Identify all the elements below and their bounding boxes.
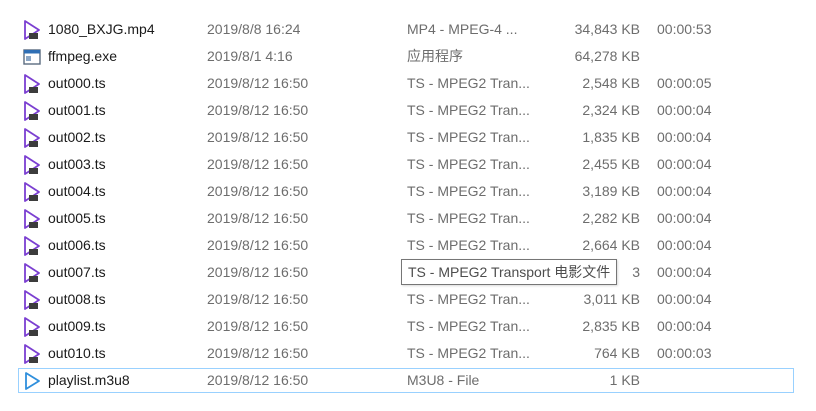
file-type: TS - MPEG2 Tran...: [407, 345, 530, 361]
file-duration: 00:00:05: [657, 75, 712, 91]
file-row[interactable]: out006.ts 2019/8/12 16:50 TS - MPEG2 Tran.…: [0, 232, 816, 259]
file-name: playlist.m3u8: [48, 372, 130, 388]
file-size: 2,835 KB: [582, 318, 640, 334]
file-size: 2,282 KB: [582, 210, 640, 226]
file-type: TS - MPEG2 Tran...: [407, 291, 530, 307]
video-file-icon: [22, 259, 42, 286]
file-name: out005.ts: [48, 210, 106, 226]
file-name: out010.ts: [48, 345, 106, 361]
file-date-modified: 2019/8/12 16:50: [207, 129, 309, 145]
file-duration: 00:00:04: [657, 183, 712, 199]
file-duration: 00:00:03: [657, 345, 712, 361]
file-date-modified: 2019/8/1 4:16: [207, 48, 293, 64]
file-duration: 00:00:04: [657, 237, 712, 253]
video-file-icon: [22, 124, 42, 151]
file-date-modified: 2019/8/12 16:50: [207, 183, 309, 199]
file-row[interactable]: out002.ts 2019/8/12 16:50 TS - MPEG2 Tran.…: [0, 124, 816, 151]
file-duration: [657, 43, 737, 70]
file-row[interactable]: out003.ts 2019/8/12 16:50 TS - MPEG2 Tran.…: [0, 151, 816, 178]
file-row[interactable]: ffmpeg.exe 2019/8/1 4:16 应用程序 64,278 KB: [0, 43, 816, 70]
playlist-play-icon: [22, 367, 42, 394]
file-date-modified: 2019/8/12 16:50: [207, 102, 309, 118]
file-size: 34,843 KB: [574, 21, 640, 37]
type-tooltip: TS - MPEG2 Transport 电影文件: [401, 259, 618, 285]
file-type: M3U8 - File: [407, 372, 480, 388]
file-name: out007.ts: [48, 264, 106, 280]
video-file-icon: [22, 97, 42, 124]
file-duration: [657, 367, 737, 394]
file-row[interactable]: out005.ts 2019/8/12 16:50 TS - MPEG2 Tran.…: [0, 205, 816, 232]
file-date-modified: 2019/8/12 16:50: [207, 156, 309, 172]
file-list: 1080_BXJG.mp4 2019/8/8 16:24 MP4 - MPEG-4 …: [0, 16, 816, 394]
file-size: 3,189 KB: [582, 183, 640, 199]
file-row[interactable]: playlist.m3u8 2019/8/12 16:50 M3U8 - File 1…: [0, 367, 816, 394]
file-type: MP4 - MPEG-4 ...: [407, 21, 518, 37]
video-file-icon: [22, 205, 42, 232]
file-row[interactable]: out001.ts 2019/8/12 16:50 TS - MPEG2 Tran.…: [0, 97, 816, 124]
file-size: 1 KB: [609, 372, 640, 388]
application-icon: [22, 43, 42, 70]
file-duration: 00:00:04: [657, 102, 712, 118]
file-name: out006.ts: [48, 237, 106, 253]
file-date-modified: 2019/8/12 16:50: [207, 291, 309, 307]
file-row[interactable]: out010.ts 2019/8/12 16:50 TS - MPEG2 Tran.…: [0, 340, 816, 367]
file-type: TS - MPEG2 Tran...: [407, 156, 530, 172]
file-date-modified: 2019/8/12 16:50: [207, 345, 309, 361]
file-size: 2,324 KB: [582, 102, 640, 118]
file-duration: 00:00:04: [657, 210, 712, 226]
file-size: 3,011 KB: [583, 291, 640, 307]
file-type: TS - MPEG2 Tran...: [407, 237, 530, 253]
file-row[interactable]: out000.ts 2019/8/12 16:50 TS - MPEG2 Tran.…: [0, 70, 816, 97]
file-name: out004.ts: [48, 183, 106, 199]
file-size: 764 KB: [594, 345, 640, 361]
file-row[interactable]: 1080_BXJG.mp4 2019/8/8 16:24 MP4 - MPEG-4 …: [0, 16, 816, 43]
file-date-modified: 2019/8/12 16:50: [207, 210, 309, 226]
file-date-modified: 2019/8/12 16:50: [207, 318, 309, 334]
video-file-icon: [22, 16, 42, 43]
file-duration: 00:00:53: [657, 21, 712, 37]
video-file-icon: [22, 178, 42, 205]
file-row[interactable]: out004.ts 2019/8/12 16:50 TS - MPEG2 Tran.…: [0, 178, 816, 205]
file-type: TS - MPEG2 Tran...: [407, 102, 530, 118]
file-row[interactable]: out008.ts 2019/8/12 16:50 TS - MPEG2 Tran.…: [0, 286, 816, 313]
video-file-icon: [22, 70, 42, 97]
file-type: TS - MPEG2 Tran...: [407, 129, 530, 145]
file-size: 64,278 KB: [574, 48, 640, 64]
file-name: out000.ts: [48, 75, 106, 91]
file-size: 2,548 KB: [582, 75, 640, 91]
file-name: out009.ts: [48, 318, 106, 334]
video-file-icon: [22, 313, 42, 340]
file-date-modified: 2019/8/8 16:24: [207, 21, 301, 37]
file-date-modified: 2019/8/12 16:50: [207, 75, 309, 91]
file-duration: 00:00:04: [657, 129, 712, 145]
file-name: out008.ts: [48, 291, 106, 307]
file-duration: 00:00:04: [657, 156, 712, 172]
file-date-modified: 2019/8/12 16:50: [207, 372, 309, 388]
file-name: out003.ts: [48, 156, 106, 172]
file-row[interactable]: out009.ts 2019/8/12 16:50 TS - MPEG2 Tran.…: [0, 313, 816, 340]
file-name: 1080_BXJG.mp4: [48, 21, 155, 37]
file-name: out002.ts: [48, 129, 106, 145]
file-date-modified: 2019/8/12 16:50: [207, 264, 309, 280]
file-type: TS - MPEG2 Tran...: [407, 210, 530, 226]
file-name: ffmpeg.exe: [48, 48, 118, 64]
file-size: 2,664 KB: [582, 237, 640, 253]
file-duration: 00:00:04: [657, 291, 712, 307]
video-file-icon: [22, 151, 42, 178]
file-type: TS - MPEG2 Tran...: [407, 318, 530, 334]
file-size: 2,455 KB: [582, 156, 640, 172]
file-type: TS - MPEG2 Tran...: [407, 183, 530, 199]
file-duration: 00:00:04: [657, 264, 712, 280]
file-date-modified: 2019/8/12 16:50: [207, 237, 309, 253]
video-file-icon: [22, 340, 42, 367]
file-size: 1,835 KB: [582, 129, 640, 145]
file-duration: 00:00:04: [657, 318, 712, 334]
file-type: TS - MPEG2 Tran...: [407, 75, 530, 91]
video-file-icon: [22, 286, 42, 313]
file-type: 应用程序: [407, 48, 463, 64]
file-name: out001.ts: [48, 102, 106, 118]
video-file-icon: [22, 232, 42, 259]
